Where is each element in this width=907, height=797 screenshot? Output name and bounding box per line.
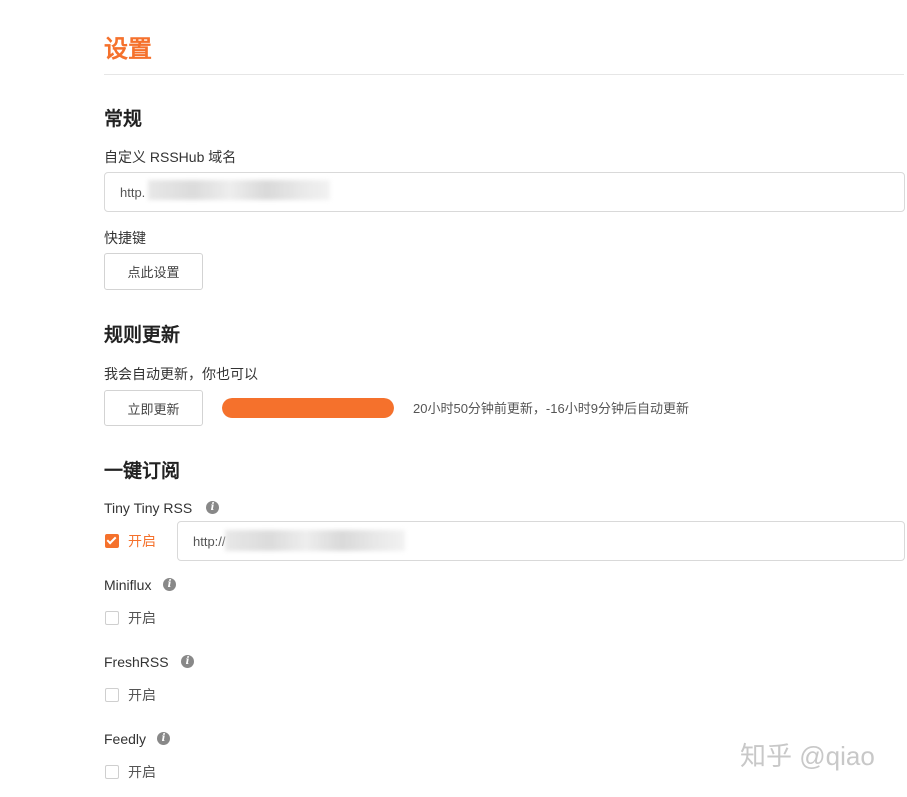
feedly-enable-label[interactable]: 开启 [128,762,156,782]
check-icon [106,534,117,545]
shortcut-settings-button[interactable]: 点此设置 [104,253,203,290]
rules-update-description: 我会自动更新，你也可以 [104,366,258,382]
freshrss-enable-checkbox[interactable] [105,688,119,702]
update-progress-bar [222,398,394,418]
redacted-domain [148,180,330,200]
update-now-button[interactable]: 立即更新 [104,390,203,426]
redacted-url [225,530,405,551]
service-name-tiny-tiny-rss: Tiny Tiny RSS [104,500,193,516]
title-divider [104,74,904,75]
feedly-enable-checkbox[interactable] [105,765,119,779]
service-name-feedly: Feedly [104,731,147,747]
service-name-miniflux: Miniflux [104,577,152,593]
info-icon[interactable]: i [206,501,219,514]
section-heading-general: 常规 [104,109,143,130]
miniflux-enable-label[interactable]: 开启 [128,608,156,628]
tiny-tiny-rss-enable-checkbox[interactable] [105,534,119,548]
update-status-text: 20小时50分钟前更新，-16小时9分钟后自动更新 [413,401,689,416]
miniflux-enable-checkbox[interactable] [105,611,119,625]
tiny-tiny-rss-enable-label[interactable]: 开启 [128,531,156,551]
shortcut-label: 快捷键 [104,230,146,246]
update-progress-fill [222,398,394,418]
section-heading-subscribe: 一键订阅 [104,461,181,482]
service-name-freshrss: FreshRSS [104,654,169,670]
rsshub-domain-label: 自定义 RSSHub 域名 [104,149,237,165]
info-icon[interactable]: i [157,732,170,745]
section-heading-rules-update: 规则更新 [104,325,181,346]
zhihu-watermark: 知乎 @qiao [740,741,875,771]
info-icon[interactable]: i [181,655,194,668]
info-icon[interactable]: i [163,578,176,591]
freshrss-enable-label[interactable]: 开启 [128,685,156,705]
page-title: 设置 [104,36,152,63]
